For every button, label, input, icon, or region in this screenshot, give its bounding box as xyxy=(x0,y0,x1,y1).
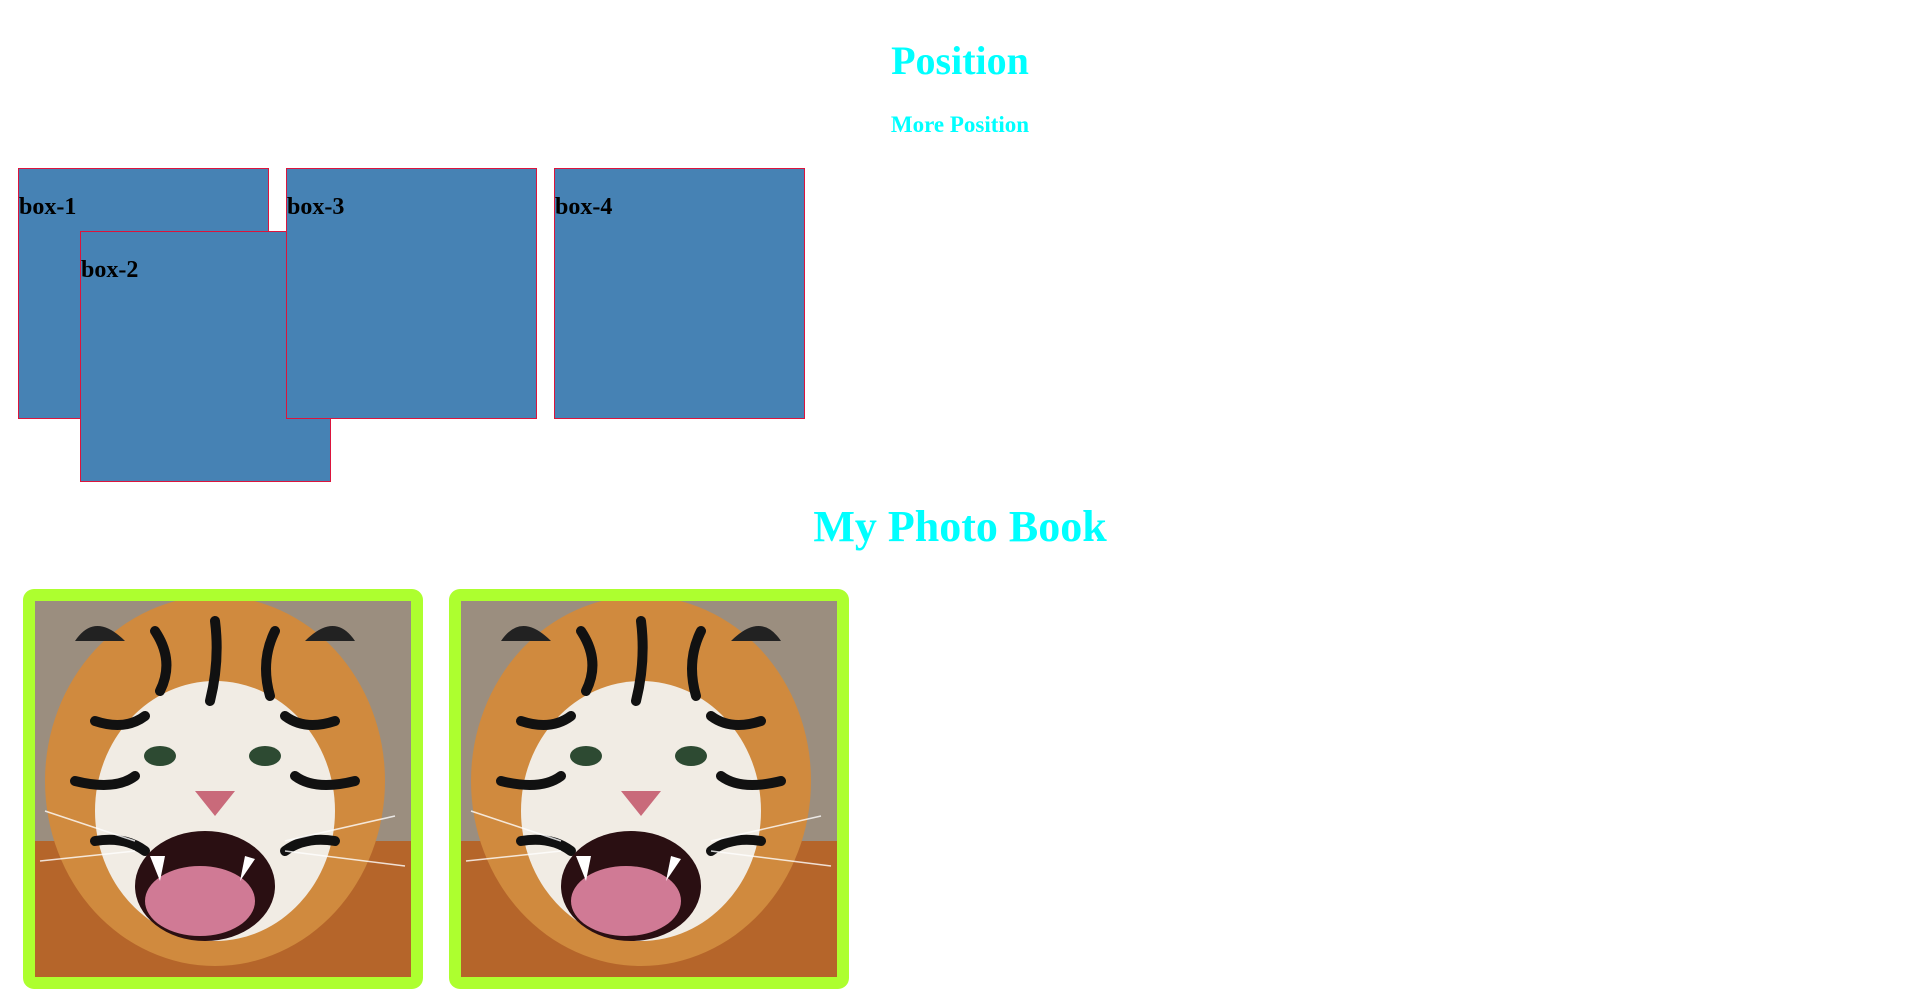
box-3-label: box-3 xyxy=(287,194,345,220)
box-1-label: box-1 xyxy=(19,194,77,220)
photo-frame xyxy=(23,589,423,989)
box-4: box-4 xyxy=(554,168,805,419)
tiger-photo xyxy=(461,601,837,977)
photo-frame xyxy=(449,589,849,989)
photo-book-title: My Photo Book xyxy=(813,502,1107,551)
page-subtitle: More Position xyxy=(890,112,1030,137)
box-2-label: box-2 xyxy=(81,257,139,283)
page: Position More Position box-1 box-2 box-3… xyxy=(0,0,1920,1008)
tiger-photo xyxy=(35,601,411,977)
box-3: box-3 xyxy=(286,168,537,419)
box-4-label: box-4 xyxy=(555,194,613,220)
page-title: Position xyxy=(891,38,1029,83)
